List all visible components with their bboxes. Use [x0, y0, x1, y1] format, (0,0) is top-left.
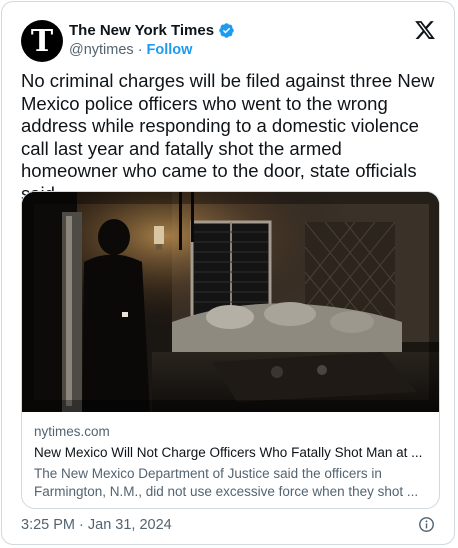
link-title[interactable]: New Mexico Will Not Charge Officers Who …	[34, 445, 429, 460]
link-description: The New Mexico Department of Justice sai…	[34, 466, 419, 499]
bodycam-photo-scene	[22, 192, 439, 412]
separator-dot: ·	[137, 42, 143, 58]
nyt-logo-icon: T	[30, 23, 54, 59]
author-name[interactable]: The New York Times	[69, 22, 214, 39]
author-name-row: The New York Times	[69, 22, 235, 39]
avatar[interactable]: T	[21, 20, 63, 62]
verified-badge-icon	[219, 23, 234, 38]
author-handle[interactable]: @nytimes	[69, 42, 134, 58]
handle-row: @nytimes · Follow	[69, 42, 192, 58]
link-domain: nytimes.com	[34, 424, 110, 439]
bodycam-photo[interactable]	[22, 192, 439, 412]
x-logo-icon[interactable]	[414, 19, 436, 41]
link-preview-card[interactable]: nytimes.com New Mexico Will Not Charge O…	[21, 191, 440, 509]
info-icon[interactable]	[418, 516, 435, 533]
tweet-text: No criminal charges will be filed agains…	[21, 70, 435, 204]
tweet-card: T The New York Times @nytimes · Follow N…	[1, 1, 455, 545]
tweet-timestamp[interactable]: 3:25 PM · Jan 31, 2024	[21, 517, 172, 533]
follow-button[interactable]: Follow	[147, 42, 193, 58]
